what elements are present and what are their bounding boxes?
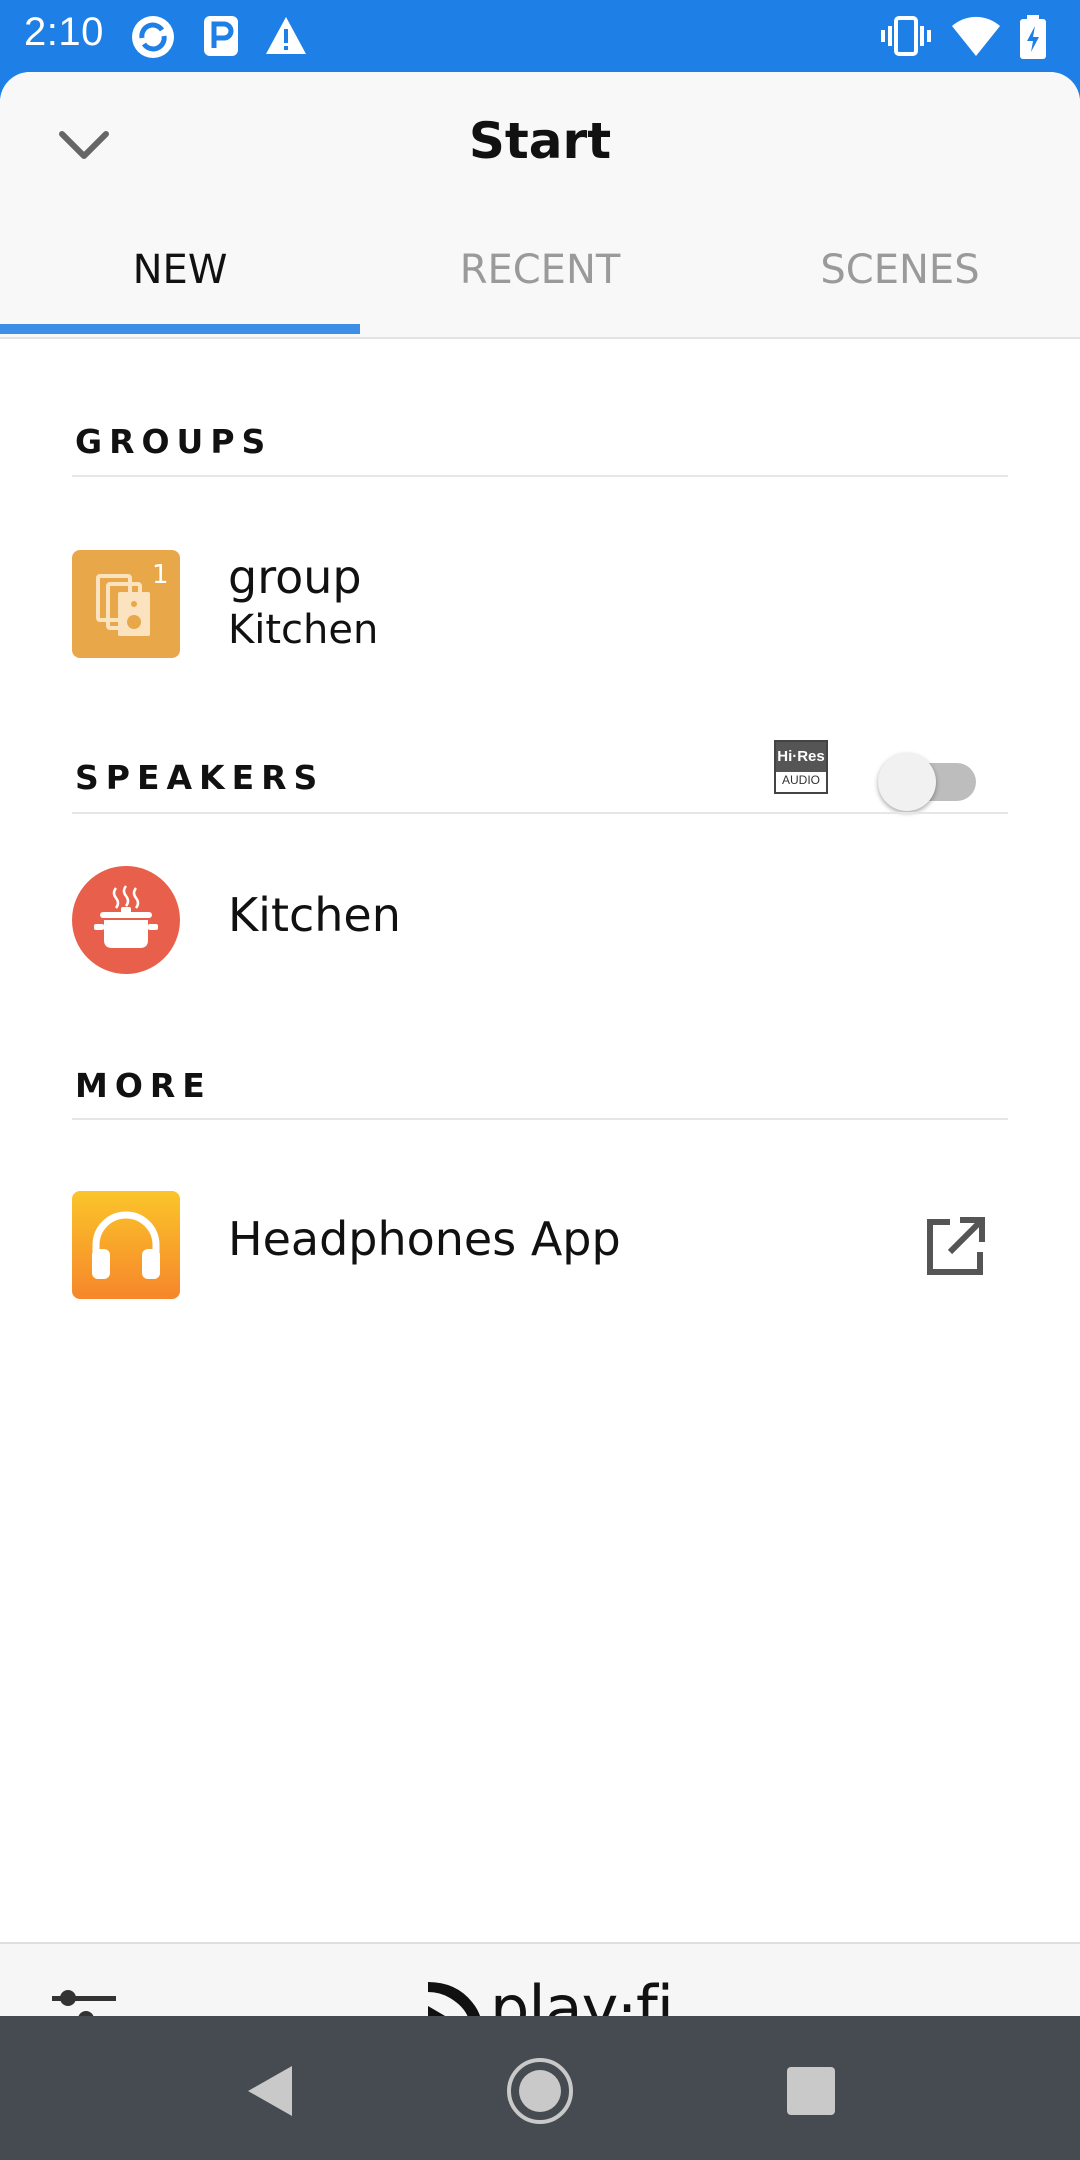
groups-section-title: GROUPS — [75, 422, 273, 461]
vibrate-icon — [880, 14, 932, 62]
open-external-icon[interactable] — [920, 1212, 990, 1282]
play-fi-logo-icon — [426, 1976, 486, 2018]
group-subtitle: Kitchen — [228, 607, 379, 653]
toggle-thumb — [878, 753, 936, 811]
play-fi-logo-text: play·fi — [490, 1972, 674, 2018]
more-divider — [72, 1118, 1008, 1120]
status-bar: 2:10 — [0, 0, 1080, 72]
group-name: group — [228, 550, 362, 604]
group-badge: 1 — [152, 560, 169, 590]
speakers-section-title: SPEAKERS — [75, 758, 325, 797]
start-sheet: Start NEW RECENT SCENES GROUPS 1 group K… — [0, 72, 1080, 2018]
hires-audio-badge: Hi·Res AUDIO — [774, 740, 828, 794]
tab-recent[interactable]: RECENT — [360, 247, 720, 293]
page-title: Start — [468, 112, 612, 170]
header: Start NEW RECENT SCENES — [0, 72, 1080, 339]
speakers-divider — [72, 812, 1008, 814]
headphones-app-label: Headphones App — [228, 1212, 621, 1266]
bottom-bar: play·fi — [0, 1942, 1080, 2018]
battery-charging-icon — [1018, 14, 1048, 64]
speaker-group-icon: 1 — [72, 550, 180, 658]
parking-icon — [202, 14, 242, 64]
home-icon[interactable] — [505, 2056, 575, 2126]
headphones-icon — [72, 1191, 180, 1299]
groups-divider — [72, 475, 1008, 477]
cooking-pot-icon — [72, 866, 180, 974]
nav-bar — [0, 2016, 1080, 2160]
tab-indicator — [0, 324, 360, 334]
warning-icon — [264, 14, 308, 62]
speaker-name: Kitchen — [228, 888, 401, 942]
equalizer-icon[interactable] — [50, 1984, 120, 2018]
more-section-title: MORE — [75, 1066, 212, 1105]
recents-icon[interactable] — [776, 2056, 846, 2126]
hires-toggle[interactable] — [878, 749, 976, 811]
tab-new[interactable]: NEW — [0, 247, 360, 293]
tab-scenes[interactable]: SCENES — [720, 247, 1080, 293]
wifi-icon — [950, 14, 1002, 62]
back-icon[interactable] — [234, 2056, 304, 2126]
hires-badge-bottom: AUDIO — [781, 773, 820, 787]
status-time: 2:10 — [24, 10, 104, 54]
hires-badge-top: Hi·Res — [776, 742, 826, 772]
sync-icon — [130, 14, 176, 64]
